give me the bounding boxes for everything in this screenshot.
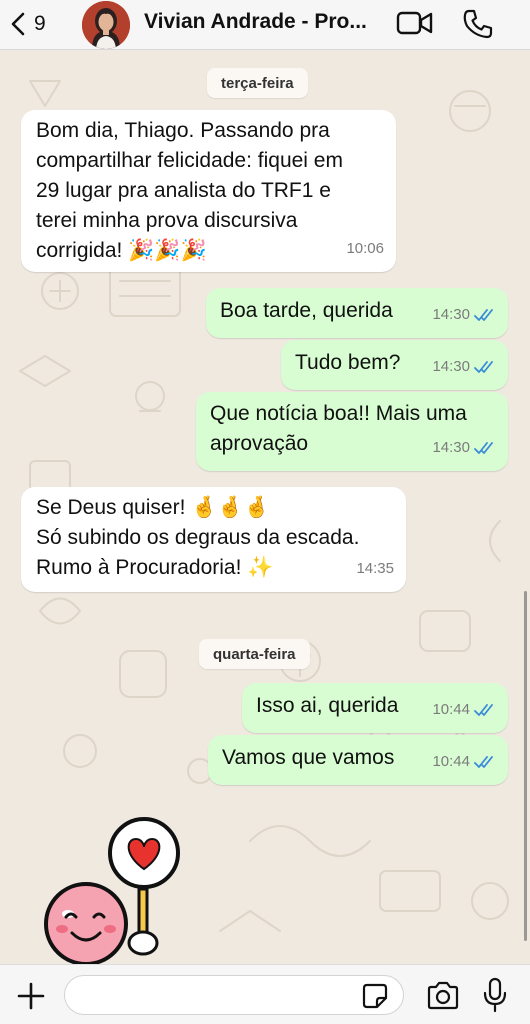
scrollbar[interactable] <box>524 591 527 941</box>
message-meta: 10:44 <box>432 695 496 725</box>
message-time: 14:30 <box>432 306 470 323</box>
message-time: 14:30 <box>432 439 470 456</box>
chevron-left-icon <box>11 12 25 36</box>
camera-icon[interactable] <box>426 981 460 1011</box>
read-receipt-icon <box>474 756 493 768</box>
phone-call-icon[interactable] <box>462 8 494 40</box>
read-receipt-icon <box>474 361 493 373</box>
video-call-icon[interactable] <box>396 10 434 36</box>
message-bubble-outgoing[interactable]: Vamos que vamos 10:44 <box>208 735 508 785</box>
message-time: 10:06 <box>346 240 384 257</box>
message-bubble-incoming[interactable]: Se Deus quiser! 🤞🤞🤞 Só subindo os degrau… <box>21 487 406 592</box>
read-receipt-icon <box>474 704 493 716</box>
avatar[interactable] <box>82 1 130 49</box>
message-text: Bom dia, Thiago. Passando pra compartilh… <box>36 119 343 262</box>
contact-name[interactable]: Vivian Andrade - Pro... <box>144 10 384 34</box>
unread-count: 9 <box>34 12 46 35</box>
microphone-icon[interactable] <box>482 977 508 1013</box>
message-bubble-outgoing[interactable]: Boa tarde, querida 14:30 <box>206 288 508 338</box>
message-meta: 10:44 <box>432 747 496 777</box>
message-bubble-outgoing[interactable]: Tudo bem? 14:30 <box>281 340 508 390</box>
message-bubble-outgoing[interactable]: Isso ai, querida 10:44 <box>242 683 508 733</box>
message-meta: 10:06 <box>346 234 384 264</box>
message-time: 10:44 <box>432 701 470 718</box>
chat-area[interactable]: terça-feira Bom dia, Thiago. Passando pr… <box>0 51 530 964</box>
message-meta: 14:30 <box>432 300 496 330</box>
message-time: 10:44 <box>432 753 470 770</box>
message-text: Se Deus quiser! 🤞🤞🤞 Só subindo os degrau… <box>36 496 360 579</box>
message-meta: 14:30 <box>432 352 496 382</box>
chat-header: 9 Vivian Andrade - Pro... <box>0 0 530 50</box>
sticker-icon[interactable] <box>362 983 388 1009</box>
date-separator: terça-feira <box>207 68 308 98</box>
message-bubble-outgoing[interactable]: Que notícia boa!! Mais uma aprovação 14:… <box>196 392 508 471</box>
message-meta: 14:30 <box>432 433 496 463</box>
back-button[interactable]: 9 <box>8 8 46 40</box>
message-meta: 14:35 <box>356 554 394 584</box>
smiley-heart-sign-sticker[interactable] <box>36 811 186 964</box>
date-separator: quarta-feira <box>199 639 310 669</box>
message-input[interactable] <box>64 975 404 1015</box>
message-time: 14:35 <box>356 560 394 577</box>
message-time: 14:30 <box>432 358 470 375</box>
message-composer <box>0 964 530 1024</box>
avatar-photo <box>82 1 130 49</box>
read-receipt-icon <box>474 309 493 321</box>
read-receipt-icon <box>474 442 493 454</box>
message-bubble-incoming[interactable]: Bom dia, Thiago. Passando pra compartilh… <box>21 110 396 272</box>
plus-icon[interactable] <box>16 981 46 1011</box>
